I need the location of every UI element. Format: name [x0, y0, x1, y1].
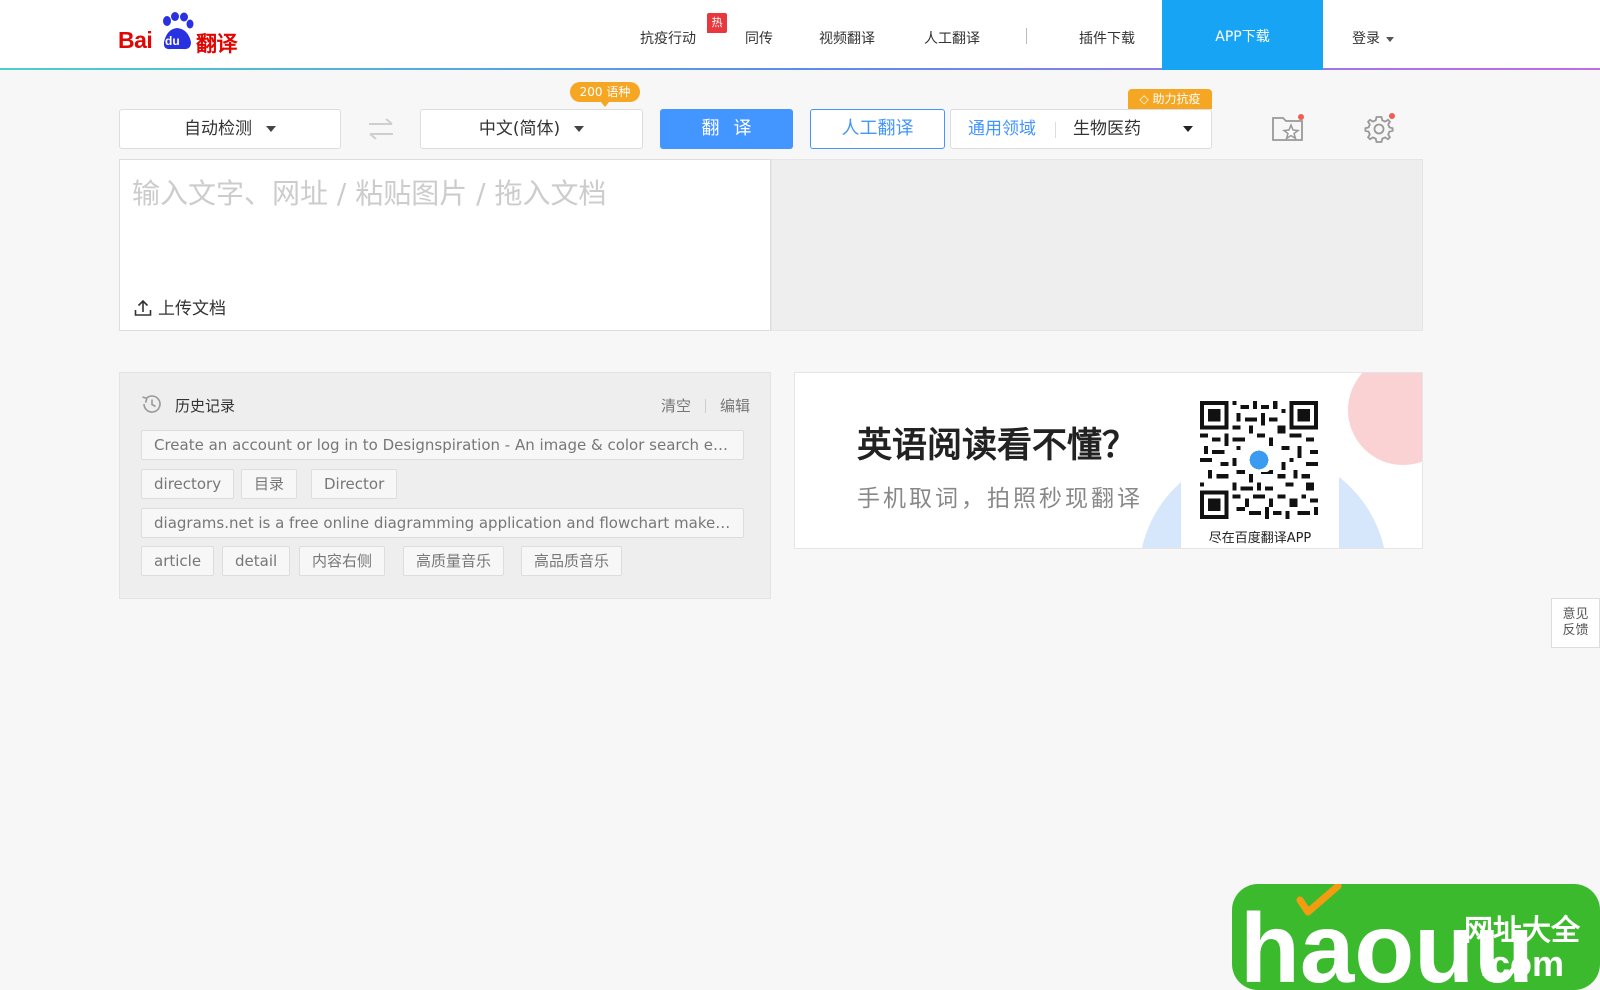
nav-item-plugin-download[interactable]: 插件下载 — [1079, 28, 1135, 48]
favorites-folder-icon[interactable] — [1270, 112, 1306, 144]
history-tag[interactable]: Director — [311, 469, 398, 499]
settings-gear-icon[interactable] — [1364, 112, 1396, 144]
logo-bai-text: Bai — [118, 27, 153, 53]
source-text-input[interactable]: 输入文字、网址 / 粘贴图片 / 拖入文档 上传文档 — [119, 159, 771, 331]
nav-item-simultaneous[interactable]: 同传 — [745, 28, 773, 48]
diamond-icon: ◇ — [1139, 92, 1149, 106]
hot-badge: 热 — [707, 13, 727, 33]
history-tag[interactable]: directory — [141, 469, 235, 499]
app-download-button[interactable]: APP下载 — [1162, 0, 1323, 70]
history-item[interactable]: Create an account or log in to Designspi… — [141, 430, 744, 460]
history-actions: 清空 编辑 — [661, 395, 750, 416]
input-placeholder: 输入文字、网址 / 粘贴图片 / 拖入文档 — [132, 177, 607, 210]
login-menu[interactable]: 登录 — [1352, 28, 1394, 48]
history-title: 历史记录 — [175, 397, 236, 415]
chevron-down-icon — [1386, 36, 1394, 42]
history-actions-divider — [704, 399, 706, 413]
domain-value: 生物医药 — [1073, 119, 1141, 139]
promo-subtitle: 手机取词，拍照秒现翻译 — [857, 486, 1143, 512]
domain-divider — [1055, 122, 1056, 138]
history-tag[interactable]: 高品质音乐 — [521, 546, 623, 576]
nav-item-anti-epidemic[interactable]: 抗疫行动 — [640, 28, 696, 48]
swap-languages-icon[interactable] — [366, 114, 396, 144]
logo-du-text: du — [165, 34, 180, 48]
nav-divider — [1026, 28, 1027, 44]
history-panel: 历史记录 清空 编辑 Create an account or log in to… — [119, 372, 771, 599]
chevron-down-icon — [574, 126, 585, 132]
watermark-cn: 网址大全 — [1464, 913, 1581, 947]
source-language-select[interactable]: 自动检测 — [119, 109, 341, 149]
language-count-badge: 200 语种 — [570, 82, 640, 107]
history-tag[interactable]: 目录 — [241, 469, 298, 499]
translation-output — [771, 159, 1423, 331]
nav-item-human-translate[interactable]: 人工翻译 — [924, 28, 980, 48]
upload-label: 上传文档 — [158, 299, 226, 319]
upload-icon — [134, 299, 152, 316]
help-badge-text: 助力抗疫 — [1152, 92, 1201, 106]
domain-label: 通用领域 — [968, 119, 1036, 139]
login-label: 登录 — [1352, 31, 1380, 47]
feedback-line1: 意见 — [1562, 607, 1589, 622]
decorative-circle — [1348, 373, 1422, 465]
qr-code-icon — [1200, 401, 1318, 519]
history-tag[interactable]: 内容右侧 — [299, 546, 386, 576]
haouu-watermark-logo: haouu 网址大全 .com — [1232, 884, 1600, 990]
logo-fanyi-text: 翻译 — [196, 32, 238, 56]
qr-label: 尽在百度翻译APP — [1208, 531, 1312, 546]
baidu-fanyi-logo[interactable]: Bai du 翻译 — [118, 12, 248, 56]
watermark-com: .com — [1480, 943, 1564, 984]
history-tag[interactable]: detail — [222, 546, 291, 576]
app-promo-banner[interactable]: 英语阅读看不懂？ 手机取词，拍照秒现翻译 尽在百度翻译APP — [794, 372, 1423, 549]
target-language-label: 中文(简体) — [478, 119, 561, 139]
promo-title: 英语阅读看不懂？ — [857, 426, 1138, 466]
feedback-line2: 反馈 — [1562, 623, 1589, 638]
source-language-label: 自动检测 — [184, 119, 252, 139]
nav-item-video-translate[interactable]: 视频翻译 — [819, 28, 875, 48]
domain-select[interactable]: 通用领域 生物医药 — [950, 109, 1212, 149]
history-tag[interactable]: article — [141, 546, 215, 576]
history-edit-button[interactable]: 编辑 — [720, 397, 750, 415]
feedback-button[interactable]: 意见 反馈 — [1551, 598, 1600, 648]
upload-document-button[interactable]: 上传文档 — [134, 294, 226, 319]
history-clear-button[interactable]: 清空 — [661, 397, 691, 415]
help-fight-epidemic-badge: ◇ 助力抗疫 — [1128, 89, 1212, 109]
translate-button[interactable]: 翻译 — [660, 109, 793, 149]
qr-card: 尽在百度翻译APP — [1181, 391, 1339, 548]
target-language-select[interactable]: 中文(简体) — [420, 109, 643, 149]
top-header: Bai du 翻译 抗疫行动 热 同传 视频翻译 人工翻译 插件下载 APP下载… — [0, 0, 1600, 70]
history-item[interactable]: diagrams.net is a free online diagrammin… — [141, 508, 744, 538]
human-translate-button[interactable]: 人工翻译 — [810, 109, 945, 149]
history-tag[interactable]: 高质量音乐 — [403, 546, 505, 576]
history-clock-icon — [142, 395, 161, 413]
chevron-down-icon — [1183, 126, 1193, 132]
chevron-down-icon — [266, 126, 276, 132]
